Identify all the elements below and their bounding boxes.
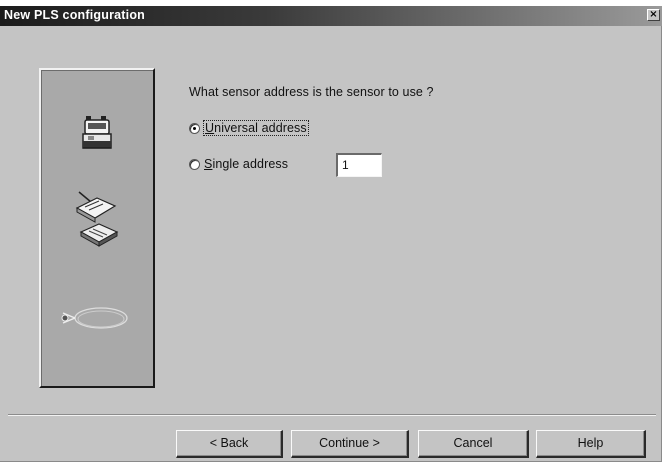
cancel-button[interactable]: Cancel: [418, 430, 529, 458]
sensor-scanner-icon: [82, 116, 112, 149]
single-address-input[interactable]: 1: [336, 153, 382, 177]
universal-address-option[interactable]: Universal address: [189, 120, 349, 138]
close-icon: ×: [649, 9, 658, 20]
back-button[interactable]: < Back: [176, 430, 283, 458]
single-address-radio[interactable]: [189, 159, 200, 170]
universal-address-label[interactable]: Universal address: [203, 120, 309, 136]
cable-icon: [61, 307, 128, 329]
close-button[interactable]: ×: [647, 9, 660, 21]
window-title: New PLS configuration: [4, 8, 146, 22]
configuration-papers-icon: [75, 191, 119, 247]
universal-address-radio[interactable]: [189, 123, 200, 134]
button-separator: [8, 414, 656, 416]
single-address-label[interactable]: Single address: [204, 157, 288, 171]
help-button[interactable]: Help: [536, 430, 646, 458]
title-bar[interactable]: New PLS configuration ×: [0, 6, 662, 26]
dialog-window: New PLS configuration × What sensor addr…: [0, 6, 662, 462]
address-prompt: What sensor address is the sensor to use…: [189, 85, 434, 99]
wizard-side-panel: [39, 68, 155, 388]
single-address-option[interactable]: Single address: [189, 156, 329, 174]
continue-button[interactable]: Continue >: [291, 430, 409, 458]
